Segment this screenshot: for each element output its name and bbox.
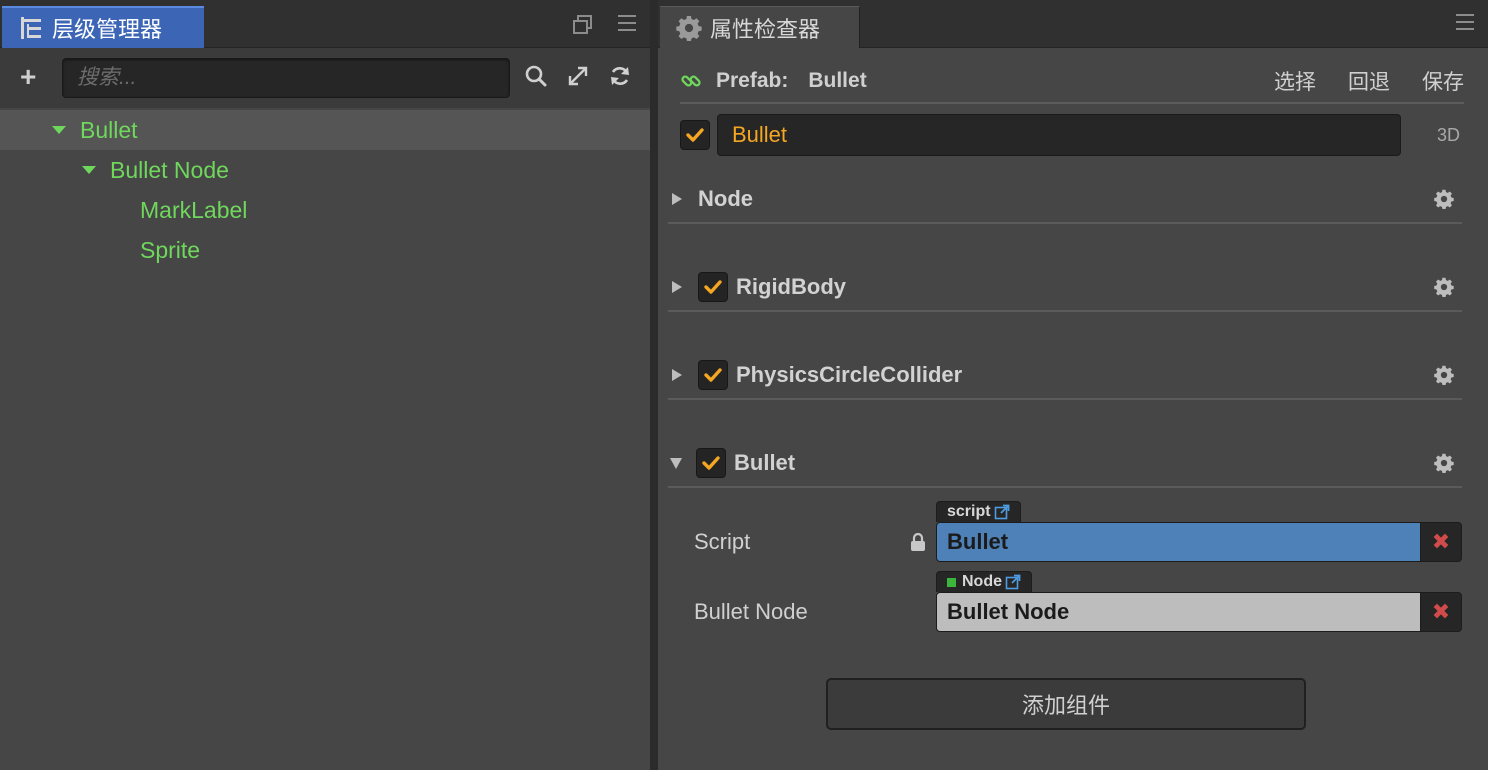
node-name-row: Bullet 3D [680, 114, 1472, 156]
inspector-panel: 属性检查器 Prefab: Bullet 选择 回退 保存 Bullet 3D … [658, 0, 1488, 770]
chevron-down-icon[interactable] [82, 166, 96, 174]
script-tag[interactable]: script [936, 501, 1021, 522]
menu-icon[interactable] [618, 15, 636, 31]
checkmark-icon [704, 280, 722, 294]
component-enabled-checkbox[interactable] [698, 360, 728, 390]
prefab-name: Bullet [808, 69, 867, 92]
tab-inspector[interactable]: 属性检查器 [660, 6, 860, 48]
prop-row-bullet-node: Bullet Node Node Bullet Node ✖ [694, 571, 1462, 632]
component-title: Node [698, 186, 753, 211]
component-header-node[interactable]: Node [668, 176, 1462, 224]
node-tree: Bullet Bullet Node MarkLabel Sprite [0, 110, 650, 270]
menu-icon[interactable] [1456, 14, 1474, 30]
tab-hierarchy-label: 层级管理器 [52, 17, 163, 42]
tree-item-marklabel[interactable]: MarkLabel [0, 190, 650, 230]
tree-item-label: Bullet [80, 116, 138, 143]
prefab-revert-button[interactable]: 回退 [1348, 66, 1390, 96]
checkmark-icon [702, 456, 720, 470]
tree-item-label: Sprite [140, 236, 201, 263]
restore-icon[interactable] [572, 14, 592, 34]
tree-item-bullet[interactable]: Bullet [0, 110, 650, 150]
plus-icon[interactable]: + [20, 63, 36, 91]
node-active-checkbox[interactable] [680, 120, 710, 150]
component-enabled-checkbox[interactable] [696, 448, 726, 478]
prop-row-script: Script script Bullet ✖ [694, 501, 1462, 562]
chevron-down-icon[interactable] [52, 126, 66, 134]
prefab-select-button[interactable]: 选择 [1274, 66, 1316, 96]
lock-icon [900, 532, 936, 552]
component-header-bullet[interactable]: Bullet [668, 440, 1462, 488]
external-link-icon[interactable] [1005, 574, 1021, 590]
gear-icon[interactable] [1434, 277, 1454, 297]
inspector-tabbar: 属性检查器 [658, 0, 1488, 48]
refresh-icon[interactable] [608, 64, 632, 88]
hierarchy-tabbar: 层级管理器 [0, 0, 650, 48]
search-field[interactable] [62, 58, 510, 98]
prefab-label: Prefab: [716, 69, 789, 92]
checkmark-icon [686, 128, 704, 142]
hierarchy-panel: 层级管理器 + Bullet Bullet Node MarkLabel [0, 0, 652, 770]
tag-label: Node [962, 573, 1002, 590]
tree-item-bullet-node[interactable]: Bullet Node [0, 150, 650, 190]
search-icon[interactable] [524, 64, 548, 88]
component-enabled-checkbox[interactable] [698, 272, 728, 302]
chevron-right-icon[interactable] [672, 281, 682, 293]
chevron-down-icon[interactable] [670, 457, 682, 469]
component-title: RigidBody [736, 274, 846, 299]
gear-icon[interactable] [1434, 453, 1454, 473]
gear-icon[interactable] [1434, 189, 1454, 209]
tab-inspector-label: 属性检查器 [710, 16, 821, 42]
prop-label: Bullet Node [694, 599, 808, 624]
script-field[interactable]: Bullet [936, 522, 1420, 562]
component-header-physicscirclecollider[interactable]: PhysicsCircleCollider [668, 352, 1462, 400]
close-icon[interactable]: ✖ [1420, 522, 1462, 562]
component-header-rigidbody[interactable]: RigidBody [668, 264, 1462, 312]
chevron-right-icon[interactable] [672, 369, 682, 381]
search-input[interactable] [77, 59, 509, 97]
tag-label: script [947, 503, 991, 520]
component-title: PhysicsCircleCollider [736, 362, 963, 387]
mode-3d-toggle[interactable]: 3D [1437, 125, 1460, 146]
node-name-input[interactable]: Bullet [717, 114, 1401, 156]
node-tag[interactable]: Node [936, 571, 1032, 592]
hierarchy-toolbar: + [0, 48, 650, 108]
checkmark-icon [704, 368, 722, 382]
chevron-right-icon[interactable] [672, 193, 682, 205]
prop-label: Script [694, 529, 751, 554]
tab-hierarchy[interactable]: 层级管理器 [2, 6, 204, 48]
external-link-icon[interactable] [994, 504, 1010, 520]
add-component-button[interactable]: 添加组件 [826, 678, 1306, 730]
tree-item-label: Bullet Node [110, 156, 229, 183]
node-type-icon [947, 577, 956, 587]
tree-item-label: MarkLabel [140, 196, 248, 223]
component-title: Bullet [734, 450, 796, 475]
gear-icon [676, 15, 702, 41]
tree-item-sprite[interactable]: Sprite [0, 230, 650, 270]
expand-icon[interactable] [566, 64, 590, 88]
prefab-bar: Prefab: Bullet 选择 回退 保存 [680, 60, 1464, 104]
tree-icon [18, 15, 44, 41]
link-icon [681, 75, 701, 87]
node-field[interactable]: Bullet Node [936, 592, 1420, 632]
gear-icon[interactable] [1434, 365, 1454, 385]
close-icon[interactable]: ✖ [1420, 592, 1462, 632]
prefab-save-button[interactable]: 保存 [1422, 66, 1464, 96]
